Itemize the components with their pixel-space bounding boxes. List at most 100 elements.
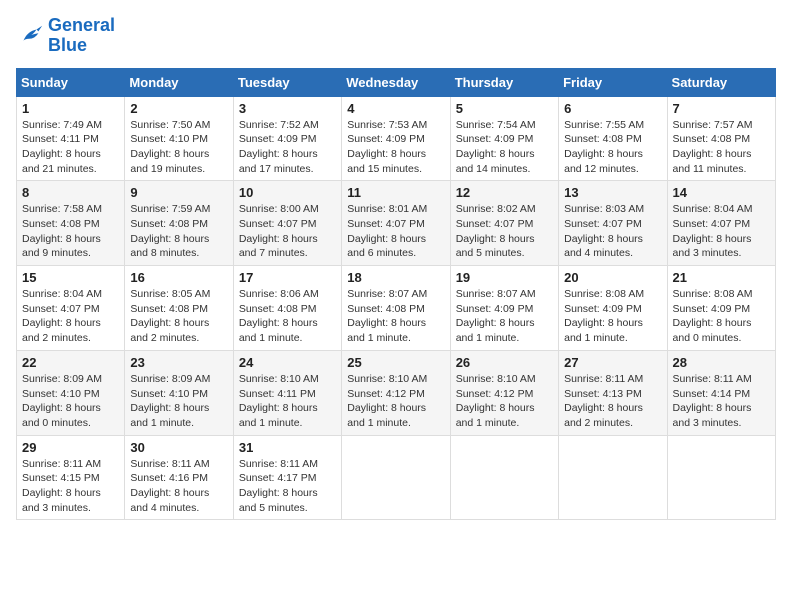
calendar-day-cell: 11Sunrise: 8:01 AM Sunset: 4:07 PM Dayli… bbox=[342, 181, 450, 266]
calendar-day-cell: 10 Sunrise: 8:00 AM Sunset: 4:07 PM Dayli… bbox=[233, 181, 341, 266]
calendar-week-row: 1Sunrise: 7:49 AM Sunset: 4:11 PM Daylig… bbox=[17, 96, 776, 181]
day-number: 29 bbox=[22, 440, 119, 455]
day-info: Sunrise: 8:04 AM Sunset: 4:07 PM Dayligh… bbox=[673, 202, 770, 261]
day-info: Sunrise: 8:11 AM Sunset: 4:15 PM Dayligh… bbox=[22, 457, 119, 516]
calendar-week-row: 22 Sunrise: 8:09 AM Sunset: 4:10 PM Dayli… bbox=[17, 350, 776, 435]
day-info: Sunrise: 7:54 AM Sunset: 4:09 PM Dayligh… bbox=[456, 118, 553, 177]
day-number: 4 bbox=[347, 101, 444, 116]
calendar-day-cell: 8Sunrise: 7:58 AM Sunset: 4:08 PM Daylig… bbox=[17, 181, 125, 266]
day-number: 2 bbox=[130, 101, 227, 116]
day-of-week-header: Tuesday bbox=[233, 68, 341, 96]
calendar-day-cell: 14 Sunrise: 8:04 AM Sunset: 4:07 PM Dayli… bbox=[667, 181, 775, 266]
logo: General Blue bbox=[16, 16, 115, 56]
calendar-day-cell: 12 Sunrise: 8:02 AM Sunset: 4:07 PM Dayli… bbox=[450, 181, 558, 266]
calendar-week-row: 15 Sunrise: 8:04 AM Sunset: 4:07 PM Dayli… bbox=[17, 266, 776, 351]
day-info: Sunrise: 8:10 AM Sunset: 4:12 PM Dayligh… bbox=[456, 372, 553, 431]
day-info: Sunrise: 7:50 AM Sunset: 4:10 PM Dayligh… bbox=[130, 118, 227, 177]
day-info: Sunrise: 7:59 AM Sunset: 4:08 PM Dayligh… bbox=[130, 202, 227, 261]
day-of-week-header: Monday bbox=[125, 68, 233, 96]
calendar-day-cell: 7Sunrise: 7:57 AM Sunset: 4:08 PM Daylig… bbox=[667, 96, 775, 181]
calendar-day-cell bbox=[450, 435, 558, 520]
calendar-day-cell: 20 Sunrise: 8:08 AM Sunset: 4:09 PM Dayli… bbox=[559, 266, 667, 351]
day-info: Sunrise: 8:02 AM Sunset: 4:07 PM Dayligh… bbox=[456, 202, 553, 261]
calendar-week-row: 8Sunrise: 7:58 AM Sunset: 4:08 PM Daylig… bbox=[17, 181, 776, 266]
calendar-day-cell: 3 Sunrise: 7:52 AM Sunset: 4:09 PM Daylig… bbox=[233, 96, 341, 181]
day-number: 9 bbox=[130, 185, 227, 200]
day-info: Sunrise: 8:07 AM Sunset: 4:08 PM Dayligh… bbox=[347, 287, 444, 346]
day-info: Sunrise: 7:55 AM Sunset: 4:08 PM Dayligh… bbox=[564, 118, 661, 177]
day-number: 16 bbox=[130, 270, 227, 285]
calendar-day-cell: 13Sunrise: 8:03 AM Sunset: 4:07 PM Dayli… bbox=[559, 181, 667, 266]
day-number: 22 bbox=[22, 355, 119, 370]
day-info: Sunrise: 8:03 AM Sunset: 4:07 PM Dayligh… bbox=[564, 202, 661, 261]
day-number: 12 bbox=[456, 185, 553, 200]
day-number: 5 bbox=[456, 101, 553, 116]
day-info: Sunrise: 8:11 AM Sunset: 4:13 PM Dayligh… bbox=[564, 372, 661, 431]
day-number: 19 bbox=[456, 270, 553, 285]
day-number: 18 bbox=[347, 270, 444, 285]
calendar-day-cell: 19 Sunrise: 8:07 AM Sunset: 4:09 PM Dayli… bbox=[450, 266, 558, 351]
logo-text: General Blue bbox=[48, 16, 115, 56]
calendar-day-cell: 21Sunrise: 8:08 AM Sunset: 4:09 PM Dayli… bbox=[667, 266, 775, 351]
day-info: Sunrise: 8:07 AM Sunset: 4:09 PM Dayligh… bbox=[456, 287, 553, 346]
day-number: 25 bbox=[347, 355, 444, 370]
day-number: 27 bbox=[564, 355, 661, 370]
day-info: Sunrise: 8:11 AM Sunset: 4:17 PM Dayligh… bbox=[239, 457, 336, 516]
calendar-day-cell: 25 Sunrise: 8:10 AM Sunset: 4:12 PM Dayli… bbox=[342, 350, 450, 435]
day-info: Sunrise: 8:04 AM Sunset: 4:07 PM Dayligh… bbox=[22, 287, 119, 346]
day-number: 10 bbox=[239, 185, 336, 200]
day-info: Sunrise: 8:06 AM Sunset: 4:08 PM Dayligh… bbox=[239, 287, 336, 346]
day-info: Sunrise: 7:49 AM Sunset: 4:11 PM Dayligh… bbox=[22, 118, 119, 177]
day-info: Sunrise: 8:10 AM Sunset: 4:12 PM Dayligh… bbox=[347, 372, 444, 431]
calendar-day-cell: 15 Sunrise: 8:04 AM Sunset: 4:07 PM Dayli… bbox=[17, 266, 125, 351]
logo-icon bbox=[16, 22, 44, 50]
day-info: Sunrise: 8:09 AM Sunset: 4:10 PM Dayligh… bbox=[130, 372, 227, 431]
calendar-day-cell: 2 Sunrise: 7:50 AM Sunset: 4:10 PM Daylig… bbox=[125, 96, 233, 181]
day-number: 3 bbox=[239, 101, 336, 116]
calendar-table: SundayMondayTuesdayWednesdayThursdayFrid… bbox=[16, 68, 776, 521]
day-info: Sunrise: 8:08 AM Sunset: 4:09 PM Dayligh… bbox=[564, 287, 661, 346]
calendar-day-cell: 27 Sunrise: 8:11 AM Sunset: 4:13 PM Dayli… bbox=[559, 350, 667, 435]
day-info: Sunrise: 8:09 AM Sunset: 4:10 PM Dayligh… bbox=[22, 372, 119, 431]
day-number: 6 bbox=[564, 101, 661, 116]
calendar-day-cell: 31 Sunrise: 8:11 AM Sunset: 4:17 PM Dayli… bbox=[233, 435, 341, 520]
day-info: Sunrise: 8:01 AM Sunset: 4:07 PM Dayligh… bbox=[347, 202, 444, 261]
calendar-day-cell: 26 Sunrise: 8:10 AM Sunset: 4:12 PM Dayli… bbox=[450, 350, 558, 435]
calendar-day-cell: 29 Sunrise: 8:11 AM Sunset: 4:15 PM Dayli… bbox=[17, 435, 125, 520]
calendar-day-cell: 22 Sunrise: 8:09 AM Sunset: 4:10 PM Dayli… bbox=[17, 350, 125, 435]
day-info: Sunrise: 8:05 AM Sunset: 4:08 PM Dayligh… bbox=[130, 287, 227, 346]
day-info: Sunrise: 7:53 AM Sunset: 4:09 PM Dayligh… bbox=[347, 118, 444, 177]
day-info: Sunrise: 7:52 AM Sunset: 4:09 PM Dayligh… bbox=[239, 118, 336, 177]
calendar-day-cell: 16 Sunrise: 8:05 AM Sunset: 4:08 PM Dayli… bbox=[125, 266, 233, 351]
calendar-day-cell: 1Sunrise: 7:49 AM Sunset: 4:11 PM Daylig… bbox=[17, 96, 125, 181]
day-of-week-header: Wednesday bbox=[342, 68, 450, 96]
day-number: 31 bbox=[239, 440, 336, 455]
day-info: Sunrise: 8:11 AM Sunset: 4:16 PM Dayligh… bbox=[130, 457, 227, 516]
day-of-week-header: Saturday bbox=[667, 68, 775, 96]
day-info: Sunrise: 8:11 AM Sunset: 4:14 PM Dayligh… bbox=[673, 372, 770, 431]
calendar-day-cell: 6 Sunrise: 7:55 AM Sunset: 4:08 PM Daylig… bbox=[559, 96, 667, 181]
calendar-day-cell: 4 Sunrise: 7:53 AM Sunset: 4:09 PM Daylig… bbox=[342, 96, 450, 181]
day-number: 24 bbox=[239, 355, 336, 370]
day-number: 20 bbox=[564, 270, 661, 285]
day-of-week-header: Friday bbox=[559, 68, 667, 96]
day-number: 28 bbox=[673, 355, 770, 370]
day-number: 15 bbox=[22, 270, 119, 285]
calendar-day-cell: 24 Sunrise: 8:10 AM Sunset: 4:11 PM Dayli… bbox=[233, 350, 341, 435]
day-info: Sunrise: 8:10 AM Sunset: 4:11 PM Dayligh… bbox=[239, 372, 336, 431]
calendar-day-cell bbox=[342, 435, 450, 520]
day-number: 8 bbox=[22, 185, 119, 200]
day-number: 21 bbox=[673, 270, 770, 285]
calendar-day-cell: 28 Sunrise: 8:11 AM Sunset: 4:14 PM Dayli… bbox=[667, 350, 775, 435]
day-number: 23 bbox=[130, 355, 227, 370]
calendar-day-cell: 18 Sunrise: 8:07 AM Sunset: 4:08 PM Dayli… bbox=[342, 266, 450, 351]
day-number: 14 bbox=[673, 185, 770, 200]
calendar-day-cell: 23 Sunrise: 8:09 AM Sunset: 4:10 PM Dayli… bbox=[125, 350, 233, 435]
calendar-header-row: SundayMondayTuesdayWednesdayThursdayFrid… bbox=[17, 68, 776, 96]
day-info: Sunrise: 8:00 AM Sunset: 4:07 PM Dayligh… bbox=[239, 202, 336, 261]
calendar-day-cell: 17Sunrise: 8:06 AM Sunset: 4:08 PM Dayli… bbox=[233, 266, 341, 351]
day-number: 26 bbox=[456, 355, 553, 370]
day-number: 7 bbox=[673, 101, 770, 116]
page-header: General Blue bbox=[16, 16, 776, 56]
calendar-day-cell bbox=[667, 435, 775, 520]
